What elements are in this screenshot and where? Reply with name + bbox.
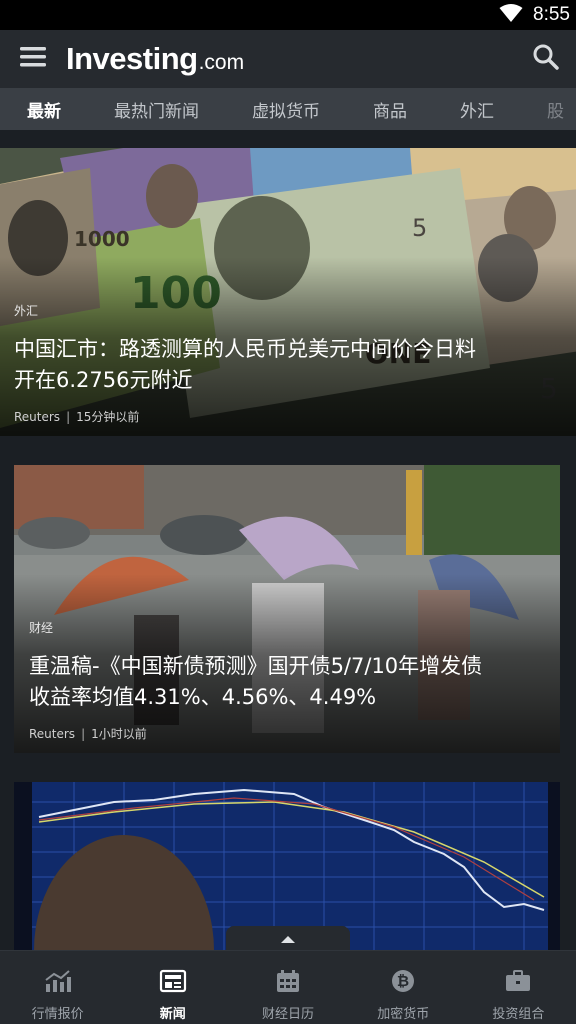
meta-separator: | xyxy=(66,410,71,424)
news-card[interactable]: 财经 重温稿-《中国新债预测》国开债5/7/10年增发债 收益率均值4.31%、… xyxy=(14,465,560,753)
article-source: Reuters xyxy=(29,727,76,741)
nav-crypto[interactable]: ₿ 加密货币 xyxy=(346,951,461,1024)
search-button[interactable] xyxy=(526,39,566,79)
news-card[interactable] xyxy=(14,782,560,950)
svg-text:5: 5 xyxy=(412,214,427,242)
bottom-navigation: 行情报价 新闻 财经日历 ₿ 加密货币 投资组合 xyxy=(0,950,576,1024)
nav-label: 加密货币 xyxy=(377,1007,430,1022)
app-bar: Investing .com xyxy=(0,30,576,88)
category-tabs: 最新 最热门新闻 虚拟货币 商品 外汇 股 xyxy=(0,88,576,130)
nav-economic-calendar[interactable]: 财经日历 xyxy=(230,951,345,1024)
logo-domain-suffix: .com xyxy=(198,51,245,74)
news-feed[interactable]: 100 1000 ONE 5 5 外汇 中国汇市：路透测算的人民币兑美元中间价今… xyxy=(0,130,576,950)
briefcase-icon xyxy=(504,969,532,997)
nav-label: 新闻 xyxy=(159,1007,186,1022)
article-headline[interactable]: 重温稿-《中国新债预测》国开债5/7/10年增发债 收益率均值4.31%、4.5… xyxy=(29,651,482,713)
article-headline-line: 开在6.2756元附近 xyxy=(14,368,193,392)
investing-logo: Investing .com xyxy=(66,41,244,77)
nav-label: 行情报价 xyxy=(31,1007,84,1022)
tab-commodities[interactable]: 商品 xyxy=(373,97,407,122)
news-card[interactable]: 100 1000 ONE 5 5 外汇 中国汇市：路透测算的人民币兑美元中间价今… xyxy=(0,148,576,436)
article-time: 1小时以前 xyxy=(91,727,147,741)
tab-latest[interactable]: 最新 xyxy=(27,97,61,122)
menu-button[interactable] xyxy=(0,30,66,88)
nav-portfolio[interactable]: 投资组合 xyxy=(461,951,576,1024)
nav-label: 投资组合 xyxy=(492,1007,545,1022)
tab-stocks[interactable]: 股 xyxy=(547,97,564,122)
stock-chart-screen-image xyxy=(14,782,560,950)
chart-icon xyxy=(44,969,72,997)
article-source: Reuters xyxy=(14,410,61,424)
tab-most-popular[interactable]: 最热门新闻 xyxy=(114,97,199,122)
nav-news[interactable]: 新闻 xyxy=(115,951,230,1024)
chevron-up-icon xyxy=(280,929,296,948)
article-headline-line: 收益率均值4.31%、4.56%、4.49% xyxy=(29,685,377,709)
tab-cryptocurrency[interactable]: 虚拟货币 xyxy=(252,97,320,122)
article-headline-line: 中国汇市：路透测算的人民币兑美元中间价今日料 xyxy=(14,337,476,361)
nav-label: 财经日历 xyxy=(262,1007,315,1022)
newspaper-icon xyxy=(159,969,187,997)
calendar-icon xyxy=(274,969,302,997)
logo-brand: Investing xyxy=(66,41,198,76)
expand-panel-button[interactable] xyxy=(226,926,350,950)
bitcoin-icon: ₿ xyxy=(389,969,417,997)
article-meta: Reuters | 15分钟以前 xyxy=(14,408,139,425)
status-bar: 8:55 xyxy=(0,0,576,30)
article-headline[interactable]: 中国汇市：路透测算的人民币兑美元中间价今日料 开在6.2756元附近 xyxy=(14,334,476,396)
meta-separator: | xyxy=(81,727,86,741)
status-time: 8:55 xyxy=(533,4,570,25)
article-headline-line: 重温稿-《中国新债预测》国开债5/7/10年增发债 xyxy=(29,654,483,678)
nav-quotes[interactable]: 行情报价 xyxy=(0,951,115,1024)
article-category: 财经 xyxy=(29,621,54,635)
article-category: 外汇 xyxy=(14,304,39,318)
menu-icon xyxy=(20,46,46,72)
svg-text:₿: ₿ xyxy=(397,972,409,990)
svg-text:1000: 1000 xyxy=(74,227,130,251)
wifi-icon xyxy=(499,3,523,27)
tab-forex[interactable]: 外汇 xyxy=(460,97,494,122)
search-icon xyxy=(532,43,560,75)
article-time: 15分钟以前 xyxy=(76,410,140,424)
article-meta: Reuters | 1小时以前 xyxy=(29,725,147,742)
